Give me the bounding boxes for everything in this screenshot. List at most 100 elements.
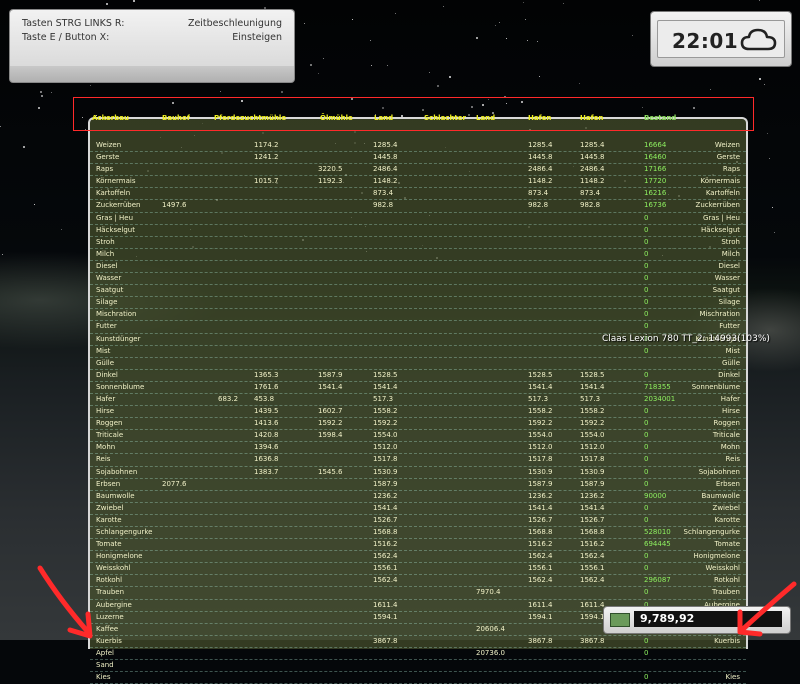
cell-stock: 0 bbox=[644, 455, 649, 464]
cell-v5: 1558.2 bbox=[373, 407, 398, 416]
star bbox=[537, 41, 538, 42]
cell-stock: 0 bbox=[644, 564, 649, 573]
star bbox=[443, 6, 444, 7]
star bbox=[710, 89, 711, 90]
clock-panel: 22:01 bbox=[651, 12, 791, 66]
cell-name: Milch bbox=[96, 249, 115, 258]
table-row: Schlangengurke 1568.8 1568.8 1568.8 528010 Sc… bbox=[90, 527, 746, 540]
cell-v7: 1611.4 bbox=[528, 600, 553, 609]
cell-stock: 296087 bbox=[644, 576, 671, 585]
cell-name: Schlangengurke bbox=[96, 528, 153, 536]
cell-name2: Häckselgut bbox=[701, 225, 740, 234]
cell-name2: Raps bbox=[722, 165, 740, 174]
star bbox=[476, 37, 478, 39]
cell-v7: 1236.2 bbox=[528, 491, 553, 500]
table-row: Gülle Gülle bbox=[90, 358, 746, 370]
star bbox=[0, 126, 1, 127]
cell-name2: Schlangengurke bbox=[683, 528, 740, 536]
cell-v8: 1556.1 bbox=[580, 564, 605, 573]
star bbox=[387, 65, 388, 66]
cell-v8: 1587.9 bbox=[580, 479, 605, 488]
star bbox=[264, 7, 266, 9]
cell-v8: 1554.0 bbox=[580, 431, 605, 440]
cell-name2: Hafer bbox=[720, 394, 740, 403]
star bbox=[106, 3, 108, 5]
table-row: Honigmelone 1562.4 1562.4 1562.4 0 Honigmelon… bbox=[90, 551, 746, 564]
cell-v4: 1545.6 bbox=[318, 467, 343, 476]
cell-name: Häckselgut bbox=[96, 225, 135, 234]
cell-v4: 1598.4 bbox=[318, 431, 343, 440]
cell-v5: 1526.7 bbox=[373, 515, 398, 524]
cell-v4: 1602.7 bbox=[318, 407, 343, 416]
cell-name: Sonnenblume bbox=[96, 382, 145, 391]
cell-stock: 0 bbox=[644, 298, 649, 307]
star bbox=[563, 3, 564, 4]
cell-v7: 2486.4 bbox=[528, 165, 553, 174]
cell-name: Silage bbox=[96, 298, 118, 307]
cell-v1: 1497.6 bbox=[162, 201, 187, 210]
cell-v8: 1541.4 bbox=[580, 382, 605, 391]
table-row: Weisskohl 1556.1 1556.1 1556.1 0 Weisskohl bbox=[90, 563, 746, 576]
star bbox=[352, 19, 353, 20]
star bbox=[220, 91, 221, 92]
table-row: Rotkohl 1562.4 1562.4 1562.4 296087 Rotkohl bbox=[90, 575, 746, 588]
table-row: Wasser 0 Wasser bbox=[90, 273, 746, 286]
star bbox=[395, 13, 396, 14]
star bbox=[523, 2, 524, 3]
table-row: Kuerbis 3867.8 3867.8 3867.8 0 Kuerbis bbox=[90, 636, 746, 648]
cell-v5: 1611.4 bbox=[373, 600, 398, 609]
cloud-icon bbox=[740, 27, 778, 57]
table-row: Futter 0 Futter bbox=[90, 321, 746, 334]
table-row: Apfel 20736.0 0 bbox=[90, 648, 746, 661]
star bbox=[499, 22, 500, 23]
table-row: Baumwolle 1236.2 1236.2 1236.2 90000 Baumwoll… bbox=[90, 491, 746, 503]
cell-v8: 1530.9 bbox=[580, 467, 605, 476]
cell-name2: Triticale bbox=[712, 431, 740, 440]
price-table: Ackerbau Bauhof Pferdezuchtmühle Ölmühle… bbox=[88, 114, 748, 684]
cell-v8: 2486.4 bbox=[580, 165, 605, 174]
star bbox=[539, 76, 540, 77]
table-row: Hirse 1439.5 1602.7 1558.2 1558.2 1558.2 0 Hirs… bbox=[90, 406, 746, 419]
cell-stock: 0 bbox=[644, 673, 649, 682]
cell-stock: 0 bbox=[644, 213, 649, 222]
star bbox=[323, 58, 324, 59]
cell-v6: 7970.4 bbox=[476, 588, 501, 597]
help-action: Zeitbeschleunigung bbox=[187, 18, 282, 29]
cell-stock: 16736 bbox=[644, 201, 667, 210]
help-panel: Tasten STRG LINKS R: Zeitbeschleunigung … bbox=[10, 10, 294, 82]
star bbox=[40, 91, 42, 93]
cell-stock: 2034001 bbox=[644, 394, 676, 403]
table-row: Gras | Heu 0 Gras | Heu bbox=[90, 213, 746, 225]
table-row: Sand bbox=[90, 660, 746, 673]
cell-v8: 1512.0 bbox=[580, 443, 605, 452]
cell-v5: 1528.5 bbox=[373, 370, 398, 379]
cell-name: Körnermais bbox=[96, 177, 136, 186]
cell-v3: 1365.3 bbox=[254, 370, 279, 379]
table-row: Sojabohnen 1383.7 1545.6 1530.9 1530.9 1530.9… bbox=[90, 467, 746, 479]
star bbox=[90, 85, 91, 86]
cell-v7: 982.8 bbox=[528, 201, 549, 210]
cell-name: Erbsen bbox=[96, 479, 121, 488]
star bbox=[764, 84, 765, 85]
cell-name2: Kartoffeln bbox=[705, 189, 740, 198]
cell-v3: 453.8 bbox=[254, 394, 275, 403]
cell-v1: 2077.6 bbox=[162, 479, 187, 488]
cell-v8: 1541.4 bbox=[580, 503, 605, 512]
cell-stock: 0 bbox=[644, 274, 649, 283]
money-icon bbox=[610, 613, 630, 627]
star bbox=[527, 40, 528, 41]
cell-stock: 0 bbox=[644, 261, 649, 270]
annotation-arrow-left bbox=[37, 565, 93, 639]
table-row: Karotte 1526.7 1526.7 1526.7 0 Karotte bbox=[90, 515, 746, 527]
cell-name: Diesel bbox=[96, 261, 118, 270]
cell-name: Tomate bbox=[96, 540, 122, 549]
cell-v6: 20606.4 bbox=[476, 624, 505, 633]
header-highlight-box bbox=[73, 97, 754, 131]
cell-name: Raps bbox=[96, 165, 114, 174]
cell-name: Stroh bbox=[96, 237, 115, 246]
cell-v5: 1541.4 bbox=[373, 503, 398, 512]
cell-name2: Weizen bbox=[714, 141, 740, 149]
cell-name: Gerste bbox=[96, 153, 120, 162]
star bbox=[437, 85, 439, 87]
annotation-arrow-right bbox=[737, 581, 797, 637]
